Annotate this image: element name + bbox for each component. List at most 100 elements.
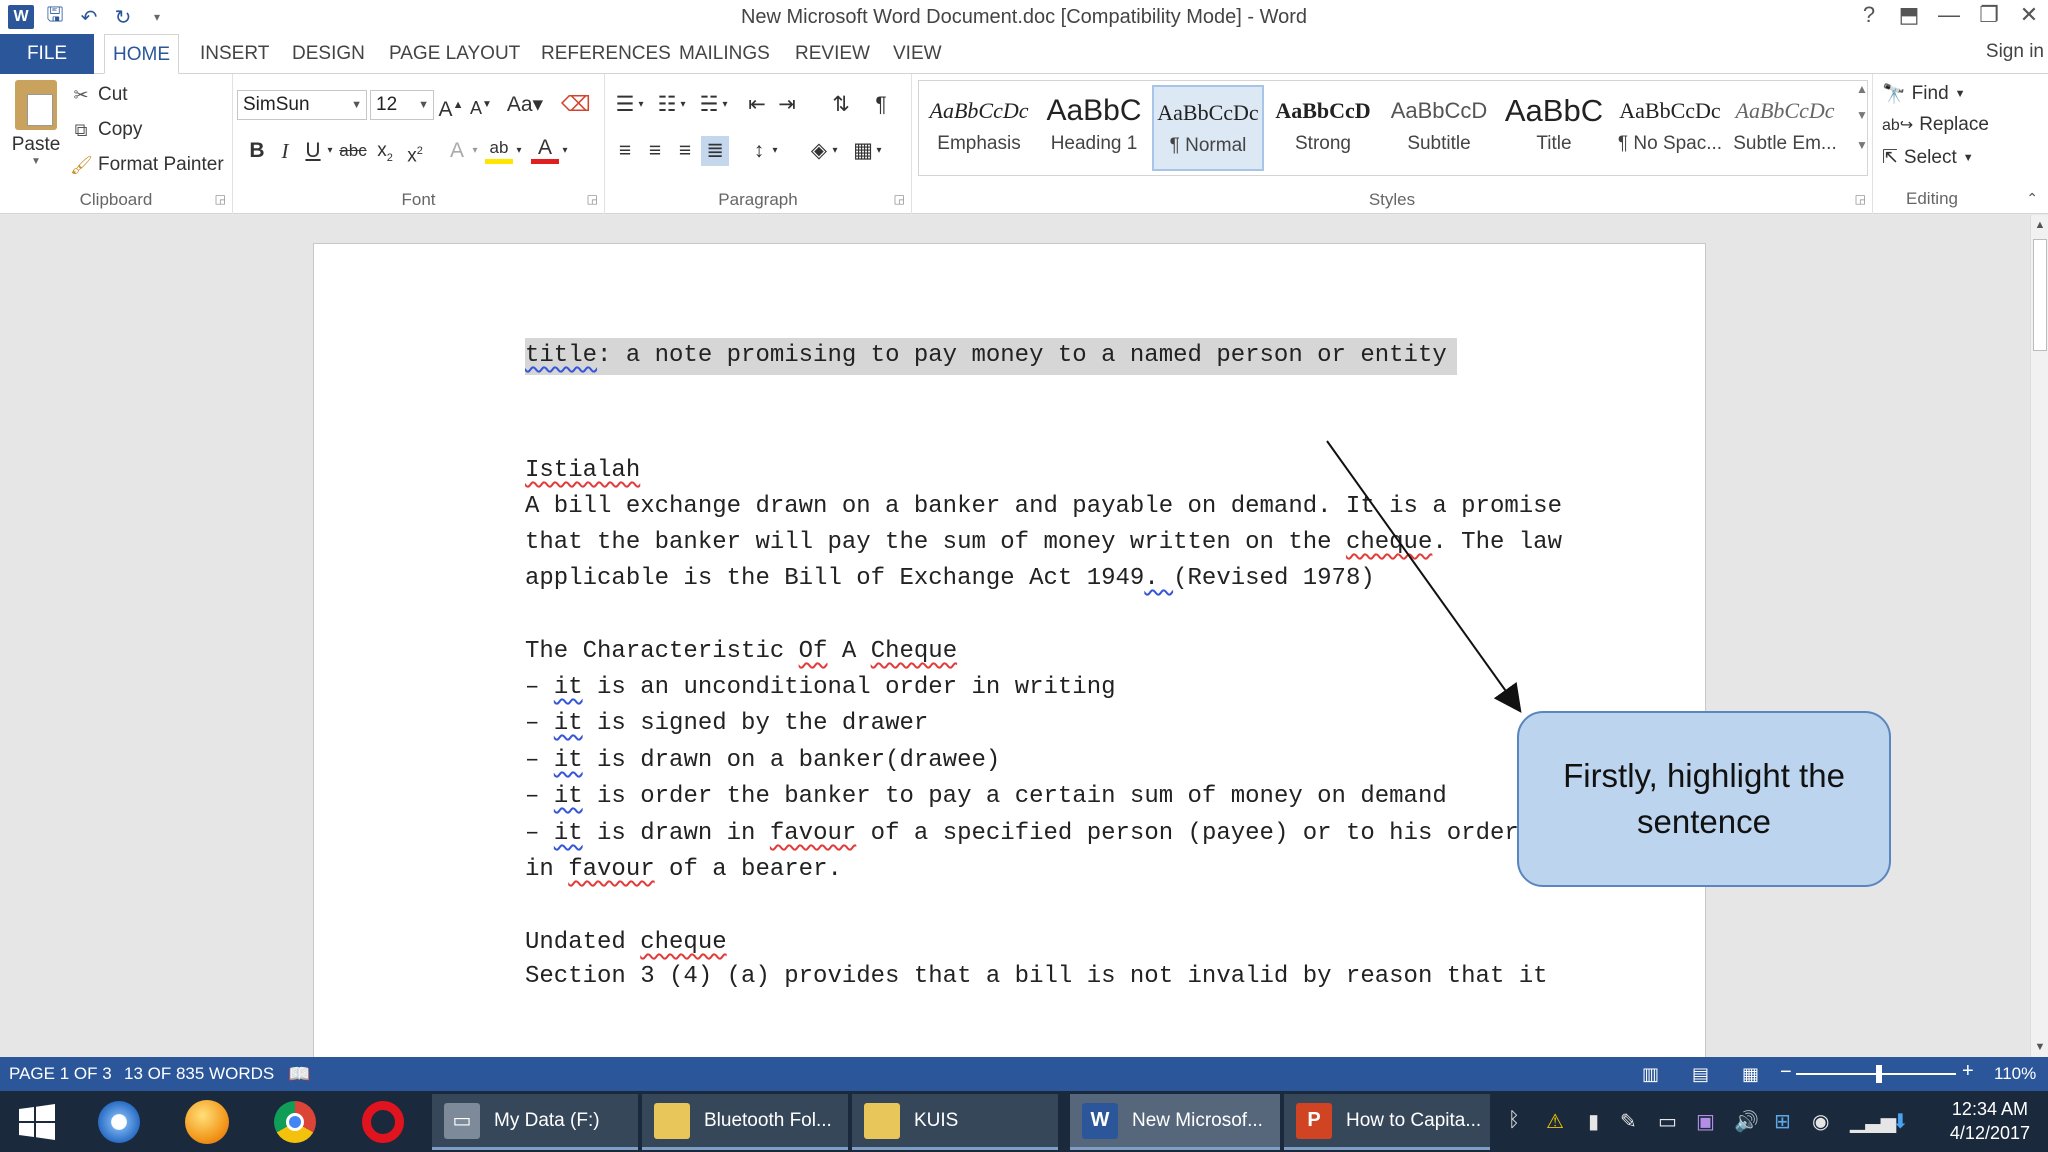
chrome-icon[interactable] bbox=[260, 1097, 330, 1147]
style-subtitle[interactable]: AaBbCcD Subtitle bbox=[1383, 85, 1495, 171]
decrease-indent-icon[interactable]: ⇤ bbox=[743, 90, 771, 120]
font-dialog-launcher-icon[interactable]: ◲ bbox=[587, 192, 598, 206]
change-case-icon[interactable]: Aa▾ bbox=[503, 90, 547, 120]
increase-indent-icon[interactable]: ⇥ bbox=[773, 90, 801, 120]
zoom-level[interactable]: 110% bbox=[1994, 1064, 2036, 1084]
minimize-button[interactable]: — bbox=[1936, 2, 1962, 28]
camera-icon[interactable]: ◉ bbox=[1812, 1109, 1829, 1134]
system-clock[interactable]: 12:34 AM 4/12/2017 bbox=[1950, 1097, 2030, 1145]
font-color-icon[interactable]: A bbox=[531, 136, 559, 164]
style-heading-1[interactable]: AaBbC Heading 1 bbox=[1038, 85, 1150, 171]
align-center-icon[interactable]: ≡ bbox=[641, 136, 669, 166]
tab-insert[interactable]: INSERT bbox=[192, 34, 277, 74]
strikethrough-icon[interactable]: abc bbox=[339, 136, 367, 166]
ribbon-display-options-icon[interactable]: ⬒ bbox=[1896, 2, 1922, 28]
style-no-spacing[interactable]: AaBbCcDc ¶ No Spac... bbox=[1614, 85, 1726, 171]
sign-in-link[interactable]: Sign in bbox=[1986, 34, 2044, 70]
download-icon[interactable]: ⬇ bbox=[1892, 1109, 1909, 1134]
tab-view[interactable]: VIEW bbox=[885, 34, 950, 74]
clear-formatting-icon[interactable]: ⌫ bbox=[561, 90, 591, 120]
bold-icon[interactable]: B bbox=[243, 136, 271, 166]
bullets-dropdown-icon[interactable]: ▾ bbox=[635, 90, 647, 120]
proofing-icon[interactable]: 📖 bbox=[288, 1064, 310, 1085]
font-size-combo[interactable]: 12 ▼ bbox=[370, 90, 434, 120]
battery-icon[interactable]: ▮ bbox=[1588, 1109, 1599, 1134]
paste-dropdown-icon[interactable]: ▼ bbox=[8, 156, 64, 167]
borders-dropdown-icon[interactable]: ▾ bbox=[873, 136, 885, 166]
justify-icon[interactable]: ≣ bbox=[701, 136, 729, 166]
copy-button[interactable]: ⧉ Copy bbox=[70, 119, 143, 141]
volume-icon[interactable]: 🔊 bbox=[1734, 1109, 1759, 1134]
paragraph-dialog-launcher-icon[interactable]: ◲ bbox=[894, 192, 905, 206]
close-button[interactable]: ✕ bbox=[2016, 2, 2042, 28]
numbering-dropdown-icon[interactable]: ▾ bbox=[677, 90, 689, 120]
align-right-icon[interactable]: ≡ bbox=[671, 136, 699, 166]
tab-file[interactable]: FILE bbox=[0, 34, 94, 74]
zoom-out-icon[interactable]: − bbox=[1780, 1061, 1792, 1084]
windows-start-icon[interactable] bbox=[2, 1097, 72, 1147]
media-player-icon[interactable] bbox=[172, 1097, 242, 1147]
warning-icon[interactable]: ⚠ bbox=[1546, 1109, 1564, 1134]
display-icon[interactable]: ▭ bbox=[1658, 1109, 1677, 1134]
underline-dropdown-icon[interactable]: ▾ bbox=[323, 136, 337, 166]
shrink-font-icon[interactable]: A▼ bbox=[467, 90, 495, 120]
multilevel-dropdown-icon[interactable]: ▾ bbox=[719, 90, 731, 120]
zoom-slider-thumb[interactable] bbox=[1876, 1065, 1882, 1083]
taskbar-app-powerpoint[interactable]: P How to Capita... bbox=[1284, 1094, 1490, 1150]
replace-button[interactable]: ab↪ Replace bbox=[1882, 114, 1989, 136]
superscript-icon[interactable]: x2 bbox=[401, 136, 429, 166]
find-button[interactable]: 🔭 Find ▼ bbox=[1882, 82, 1966, 106]
highlight-icon[interactable]: ab bbox=[485, 136, 513, 164]
styles-dialog-launcher-icon[interactable]: ◲ bbox=[1855, 192, 1866, 206]
signal-icon[interactable]: ▁▃▅ bbox=[1850, 1109, 1896, 1134]
web-layout-icon[interactable]: ▦ bbox=[1742, 1064, 1759, 1085]
scroll-up-icon[interactable]: ▲ bbox=[2031, 219, 2048, 231]
highlight-dropdown-icon[interactable]: ▾ bbox=[513, 136, 525, 166]
font-color-dropdown-icon[interactable]: ▾ bbox=[559, 136, 571, 166]
page-indicator[interactable]: PAGE 1 OF 3 bbox=[9, 1064, 112, 1084]
help-icon[interactable]: ? bbox=[1856, 2, 1882, 28]
align-left-icon[interactable]: ≡ bbox=[611, 136, 639, 166]
sort-icon[interactable]: ⇅ bbox=[827, 90, 855, 120]
style-title[interactable]: AaBbC Title bbox=[1498, 85, 1610, 171]
collapse-ribbon-icon[interactable]: ⌃ bbox=[2026, 190, 2038, 207]
browser-icon[interactable] bbox=[84, 1097, 154, 1147]
clipboard-dialog-launcher-icon[interactable]: ◲ bbox=[215, 192, 226, 206]
scroll-down-icon[interactable]: ▼ bbox=[2031, 1041, 2048, 1053]
tab-design[interactable]: DESIGN bbox=[284, 34, 373, 74]
text-effects-dropdown-icon[interactable]: ▾ bbox=[469, 136, 481, 166]
style-subtle-emphasis[interactable]: AaBbCcDc Subtle Em... bbox=[1729, 85, 1841, 171]
taskbar-app-word[interactable]: W New Microsof... bbox=[1070, 1094, 1280, 1150]
style-strong[interactable]: AaBbCcD Strong bbox=[1267, 85, 1379, 171]
chevron-down-icon[interactable]: ▼ bbox=[418, 91, 429, 119]
scroll-thumb[interactable] bbox=[2033, 239, 2047, 351]
tab-home[interactable]: HOME bbox=[104, 34, 179, 74]
style-normal[interactable]: AaBbCcDc ¶ Normal bbox=[1152, 85, 1264, 171]
font-name-combo[interactable]: SimSun ▼ bbox=[237, 90, 367, 120]
taskbar-app-kuis[interactable]: KUIS bbox=[852, 1094, 1058, 1150]
tab-page-layout[interactable]: PAGE LAYOUT bbox=[381, 34, 528, 74]
chevron-down-icon[interactable]: ▼ bbox=[351, 91, 362, 119]
opera-icon[interactable] bbox=[348, 1097, 418, 1147]
cut-button[interactable]: ✂ Cut bbox=[70, 84, 127, 106]
app-tray-icon[interactable]: ▣ bbox=[1696, 1109, 1715, 1134]
line-spacing-dropdown-icon[interactable]: ▾ bbox=[769, 136, 781, 166]
paste-button[interactable]: Paste ▼ bbox=[8, 80, 64, 167]
print-layout-icon[interactable]: ▤ bbox=[1692, 1064, 1709, 1085]
style-emphasis[interactable]: AaBbCcDc Emphasis bbox=[923, 85, 1035, 171]
format-painter-button[interactable]: 🖌 Format Painter bbox=[70, 154, 224, 176]
tab-references[interactable]: REFERENCES bbox=[533, 34, 679, 74]
italic-icon[interactable]: I bbox=[271, 136, 299, 166]
tab-review[interactable]: REVIEW bbox=[787, 34, 878, 74]
chevron-down-icon[interactable]: ▼ bbox=[1963, 152, 1974, 164]
grow-font-icon[interactable]: A▲ bbox=[437, 90, 465, 121]
tab-mailings[interactable]: MAILINGS bbox=[671, 34, 778, 74]
restore-button[interactable]: ❐ bbox=[1976, 2, 2002, 28]
select-button[interactable]: ⇱ Select ▼ bbox=[1882, 146, 1974, 169]
show-formatting-marks-icon[interactable]: ¶ bbox=[867, 90, 895, 120]
bluetooth-icon[interactable]: ᛒ bbox=[1508, 1109, 1520, 1132]
read-mode-icon[interactable]: ▥ bbox=[1642, 1064, 1659, 1085]
chevron-down-icon[interactable]: ▼ bbox=[1955, 88, 1966, 100]
shading-dropdown-icon[interactable]: ▾ bbox=[829, 136, 841, 166]
subscript-icon[interactable]: x2 bbox=[371, 136, 399, 166]
